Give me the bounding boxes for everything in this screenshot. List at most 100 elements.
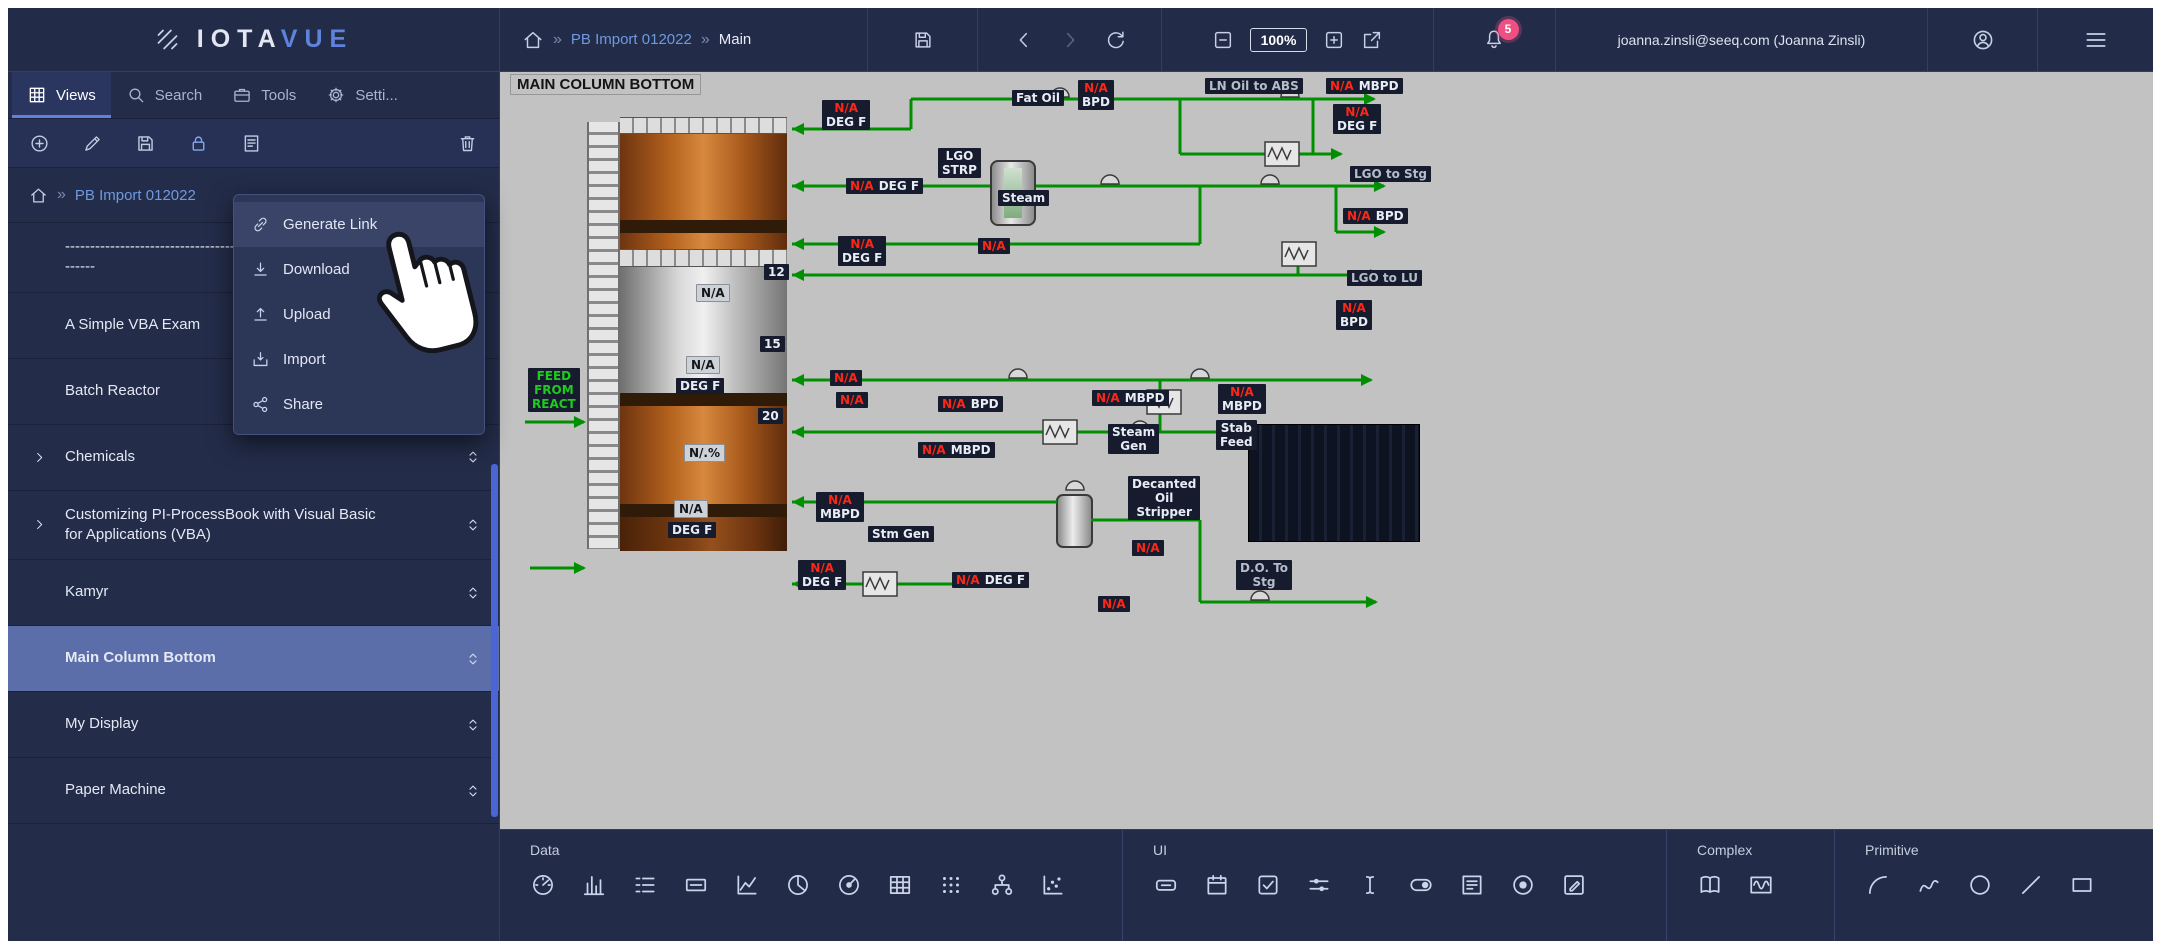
curve-icon[interactable] <box>1916 872 1942 898</box>
pie-icon[interactable] <box>785 872 811 898</box>
sidebar-item-kamyr[interactable]: Kamyr <box>8 560 499 626</box>
sidebar-item-paper-machine[interactable]: Paper Machine <box>8 758 499 824</box>
breadcrumb-project[interactable]: PB Import 012022 <box>571 31 692 48</box>
note-icon[interactable] <box>241 133 262 154</box>
heatmap-icon[interactable] <box>938 872 964 898</box>
open-external-icon[interactable] <box>1361 29 1383 51</box>
nav-section <box>978 8 1162 71</box>
pencil-icon[interactable] <box>82 133 103 154</box>
ellipse-icon[interactable] <box>1967 872 1993 898</box>
radial-gauge-icon[interactable] <box>836 872 862 898</box>
sort-icon[interactable] <box>464 650 482 668</box>
arc-icon[interactable] <box>1865 872 1891 898</box>
sidebar-item-label: Paper Machine <box>65 780 166 800</box>
tab-label: Tools <box>261 87 296 104</box>
process-value-label: 12 <box>764 264 789 280</box>
process-value-label: N/ADEG F <box>846 178 923 194</box>
table-icon[interactable] <box>887 872 913 898</box>
trend-icon[interactable] <box>734 872 760 898</box>
process-value-label: 15 <box>760 336 785 352</box>
toggle-icon[interactable] <box>1408 872 1434 898</box>
process-value-label: N/ABPD <box>1078 80 1114 110</box>
symbol-value-icon[interactable] <box>632 872 658 898</box>
process-value-label: Stm Gen <box>868 526 934 542</box>
tab-views[interactable]: Views <box>12 72 111 118</box>
topbar-breadcrumb: » PB Import 012022 » Main <box>500 8 868 71</box>
sidebar-item-label: Kamyr <box>65 582 108 602</box>
bar-chart-icon[interactable] <box>581 872 607 898</box>
scrollbar-thumb[interactable] <box>491 464 498 817</box>
notifications-button[interactable]: 5 <box>1483 28 1507 52</box>
process-value-label: N/A <box>1132 540 1164 556</box>
process-value-label: N/ADEG F <box>798 560 846 590</box>
tab-setti[interactable]: Setti... <box>311 72 413 118</box>
sort-icon[interactable] <box>464 448 482 466</box>
menu-item-share[interactable]: Share <box>234 382 484 427</box>
palette-section-title: Complex <box>1697 842 1834 858</box>
zoom-in-icon[interactable] <box>1323 29 1345 51</box>
process-value-label: N/ADEG F <box>952 572 1029 588</box>
slider-icon[interactable] <box>1306 872 1332 898</box>
process-value-label: DEG F <box>676 378 724 394</box>
checkbox-icon[interactable] <box>1255 872 1281 898</box>
process-value-label: N/AMBPD <box>1092 390 1169 406</box>
chevron-right-icon[interactable] <box>32 517 47 532</box>
refresh-icon[interactable] <box>1105 29 1127 51</box>
sidebar-item-customizing-pi-processbook-with-visual-b[interactable]: Customizing PI-ProcessBook with Visual B… <box>8 491 499 561</box>
back-icon[interactable] <box>1013 29 1035 51</box>
sidebar-item-label: Customizing PI-ProcessBook with Visual B… <box>65 505 377 546</box>
sidebar-item-label: My Display <box>65 714 138 734</box>
user-email: joanna.zinsli@seeq.com (Joanna Zinsli) <box>1618 32 1866 48</box>
floppy-icon[interactable] <box>135 133 156 154</box>
sidebar-scrollbar[interactable] <box>491 464 498 817</box>
calendar-icon[interactable] <box>1204 872 1230 898</box>
gauge-icon[interactable] <box>530 872 556 898</box>
sidebar-item-main-column-bottom[interactable]: Main Column Bottom <box>8 626 499 692</box>
text-input-icon[interactable] <box>1357 872 1383 898</box>
process-value-label: N/ADEG F <box>822 100 870 130</box>
save-icon[interactable] <box>912 29 934 51</box>
process-value-label: N/AMBPD <box>816 492 864 522</box>
palette-section-ui: UI <box>1122 830 1666 941</box>
process-value-label: N/ADEG F <box>1333 104 1381 134</box>
sort-icon[interactable] <box>464 716 482 734</box>
hamburger-icon[interactable] <box>2083 27 2109 53</box>
sort-icon[interactable] <box>464 782 482 800</box>
process-value-label: N/AMBPD <box>1326 78 1403 94</box>
process-value-label: N/A <box>978 238 1010 254</box>
page: IOTAVUE » PB Import 012022 » Main 100% 5 <box>0 0 2161 949</box>
radio-icon[interactable] <box>1510 872 1536 898</box>
list-box-icon[interactable] <box>1459 872 1485 898</box>
zoom-out-icon[interactable] <box>1212 29 1234 51</box>
lock-icon[interactable] <box>188 133 209 154</box>
process-value-label: 20 <box>758 408 783 424</box>
tab-tools[interactable]: Tools <box>217 72 311 118</box>
account-icon[interactable] <box>1971 28 1995 52</box>
plus-circle-icon[interactable] <box>29 133 50 154</box>
line-icon[interactable] <box>2018 872 2044 898</box>
sort-icon[interactable] <box>464 516 482 534</box>
chevron-right-icon[interactable] <box>32 450 47 465</box>
sort-icon[interactable] <box>464 584 482 602</box>
scatter-icon[interactable] <box>1040 872 1066 898</box>
sidebar-item-my-display[interactable]: My Display <box>8 692 499 758</box>
map-icon[interactable] <box>1697 872 1723 898</box>
edit-icon[interactable] <box>1561 872 1587 898</box>
home-icon[interactable] <box>29 186 48 205</box>
text-value-icon[interactable] <box>683 872 709 898</box>
process-value-label: D.O. ToStg <box>1236 560 1292 590</box>
sqc-icon[interactable] <box>1748 872 1774 898</box>
tab-label: Views <box>56 87 96 104</box>
trash-icon[interactable] <box>457 133 478 154</box>
sidebar-breadcrumb-item[interactable]: PB Import 012022 <box>75 187 196 204</box>
tree-icon[interactable] <box>989 872 1015 898</box>
component-palette: DataUIComplexPrimitive <box>500 829 2153 941</box>
forward-icon[interactable] <box>1059 29 1081 51</box>
menu-section <box>2038 8 2153 71</box>
process-value-label: N/A <box>1098 596 1130 612</box>
home-icon[interactable] <box>522 29 544 51</box>
rectangle-icon[interactable] <box>2069 872 2095 898</box>
button-icon[interactable] <box>1153 872 1179 898</box>
display-canvas: MAIN COLUMN BOTTOM N/ADEG FFat OilN/ABPD… <box>500 72 2153 829</box>
tab-search[interactable]: Search <box>111 72 218 118</box>
